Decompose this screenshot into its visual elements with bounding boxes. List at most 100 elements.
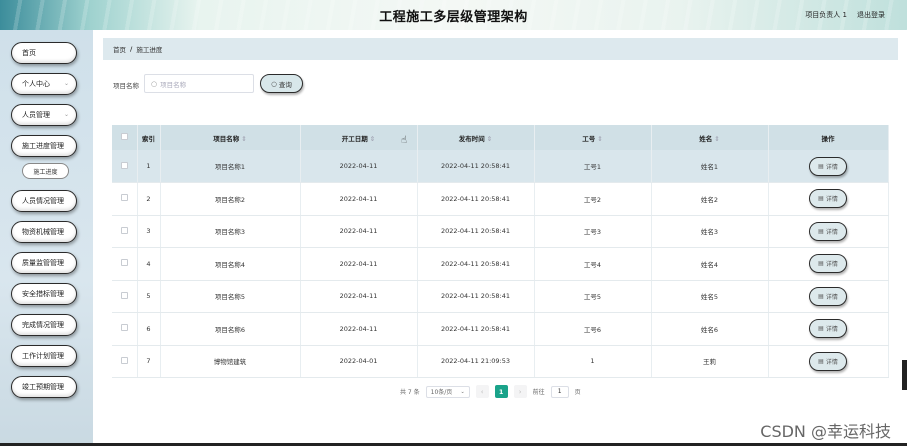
select-all-checkbox[interactable] xyxy=(112,125,138,150)
goto-page-input[interactable]: 1 xyxy=(550,385,569,398)
column-header-name[interactable]: 姓名 ⇕ xyxy=(651,125,769,150)
detail-button[interactable]: ▤ 详情 xyxy=(809,221,847,241)
row-checkbox-cell[interactable] xyxy=(112,215,138,248)
cell-start-date: 2022-04-11 xyxy=(300,182,418,216)
table-row[interactable]: 6 项目名称6 2022-04-11 2022-04-11 20:58:41 工… xyxy=(112,312,889,346)
sidebar-item-label: 工作计划管理 xyxy=(22,352,64,360)
cell-publish-time: 2022-04-11 21:09:53 xyxy=(417,345,535,378)
cell-project-name: 项目名称5 xyxy=(160,280,301,313)
row-checkbox-cell[interactable] xyxy=(112,182,138,216)
sidebar-item-completion[interactable]: 完成情况管理 xyxy=(11,314,77,336)
table-header-row: 索引 项目名称 ⇕ 开工日期 ⇕ 发布时间 ⇕ 工号 ⇕ 姓名 ⇕ 操作 xyxy=(112,125,889,150)
mouse-pointer-icon: ☝ xyxy=(401,135,408,146)
cell-name: 姓名3 xyxy=(651,215,769,248)
document-icon: ▤ xyxy=(818,325,824,333)
sidebar-item-work-plan[interactable]: 工作计划管理 xyxy=(11,345,77,367)
sidebar-item-profile[interactable]: 个人中心 ⌄ xyxy=(11,73,77,95)
sidebar-item-completion-forecast[interactable]: 竣工预期管理 xyxy=(11,376,77,398)
detail-button[interactable]: ▤ 详情 xyxy=(809,351,847,371)
row-checkbox-cell[interactable] xyxy=(112,345,138,378)
checkbox[interactable] xyxy=(120,133,128,140)
document-icon: ▤ xyxy=(818,357,824,365)
cell-actions: ▤ 详情 xyxy=(768,247,889,281)
sort-icon[interactable]: ⇕ xyxy=(714,135,719,143)
document-icon: ▤ xyxy=(818,195,824,203)
table-row[interactable]: 1 项目名称1 2022-04-11 2022-04-11 20:58:41 工… xyxy=(112,150,889,183)
detail-button[interactable]: ▤ 详情 xyxy=(809,254,847,274)
app-title: 工程施工多层级管理架构 xyxy=(379,10,528,25)
cell-publish-time: 2022-04-11 20:58:41 xyxy=(417,312,535,346)
cell-index: 4 xyxy=(137,247,161,281)
table-row[interactable]: 4 项目名称4 2022-04-11 2022-04-11 20:58:41 工… xyxy=(112,247,889,281)
cell-job-number: 工号2 xyxy=(534,182,652,216)
cell-index: 1 xyxy=(137,150,161,183)
page-size-select[interactable]: 10条/页 ⌄ xyxy=(425,385,470,398)
search-icon: ○ xyxy=(271,79,277,88)
detail-button[interactable]: ▤ 详情 xyxy=(809,156,847,176)
row-checkbox-cell[interactable] xyxy=(112,280,138,313)
sidebar-item-label: 竣工预期管理 xyxy=(22,383,64,391)
detail-button-label: 详情 xyxy=(825,326,838,334)
table-row[interactable]: 7 博物馆建筑 2022-04-01 2022-04-11 21:09:53 1… xyxy=(112,345,889,378)
current-user-label[interactable]: 项目负责人 1 xyxy=(805,10,847,20)
page-number-current[interactable]: 1 xyxy=(494,385,508,398)
document-icon: ▤ xyxy=(818,260,824,268)
detail-button-label: 详情 xyxy=(825,163,838,171)
sort-icon[interactable]: ⇕ xyxy=(597,135,602,143)
sidebar-item-label: 个人中心 xyxy=(22,80,50,88)
checkbox[interactable] xyxy=(120,226,128,234)
table-row[interactable]: 2 项目名称2 2022-04-11 2022-04-11 20:58:41 工… xyxy=(112,182,889,216)
logout-link[interactable]: 退出登录 xyxy=(857,10,885,20)
column-header-project[interactable]: 项目名称 ⇕ xyxy=(160,125,301,150)
data-table: 索引 项目名称 ⇕ 开工日期 ⇕ 发布时间 ⇕ 工号 ⇕ 姓名 ⇕ 操作 1 项目名称1 … xyxy=(112,125,889,378)
checkbox[interactable] xyxy=(120,259,128,267)
cell-name: 王莉 xyxy=(651,345,769,378)
detail-button-label: 详情 xyxy=(825,196,838,204)
cell-project-name: 博物馆建筑 xyxy=(160,345,301,378)
sidebar-item-quality[interactable]: 质量监管管理 xyxy=(11,252,77,274)
breadcrumb-home[interactable]: 首页 xyxy=(113,44,126,54)
cell-name: 姓名1 xyxy=(651,150,769,183)
detail-button[interactable]: ▤ 详情 xyxy=(809,189,847,209)
table-row[interactable]: 5 项目名称5 2022-04-11 2022-04-11 20:58:41 工… xyxy=(112,280,889,313)
table-row[interactable]: 3 项目名称3 2022-04-11 2022-04-11 20:58:41 工… xyxy=(112,215,889,248)
sidebar-item-home[interactable]: 首页 xyxy=(11,42,77,64)
checkbox[interactable] xyxy=(120,161,128,169)
sidebar-item-materials[interactable]: 物资机械管理 xyxy=(11,221,77,243)
sort-icon[interactable]: ⇕ xyxy=(487,135,492,143)
search-input[interactable]: ○ 项目名称 xyxy=(144,74,254,93)
cell-actions: ▤ 详情 xyxy=(768,215,889,248)
sidebar-subitem-progress[interactable]: 施工进度 xyxy=(22,163,69,179)
cell-name: 姓名6 xyxy=(651,312,769,346)
checkbox[interactable] xyxy=(120,356,128,364)
sidebar-item-personnel[interactable]: 人员管理 ⌄ xyxy=(11,104,77,126)
column-header-publish-time[interactable]: 发布时间 ⇕ xyxy=(417,125,535,150)
sort-icon[interactable]: ⇕ xyxy=(370,135,375,143)
detail-button-label: 详情 xyxy=(825,228,838,236)
prev-page-button[interactable]: ‹ xyxy=(475,385,489,398)
row-checkbox-cell[interactable] xyxy=(112,150,138,183)
next-page-button[interactable]: › xyxy=(513,385,527,398)
page-suffix: 页 xyxy=(574,389,581,396)
window-edge xyxy=(902,360,907,390)
checkbox[interactable] xyxy=(120,291,128,299)
cell-job-number: 工号6 xyxy=(534,312,652,346)
cell-publish-time: 2022-04-11 20:58:41 xyxy=(417,182,535,216)
watermark: CSDN @幸运科技 xyxy=(760,422,891,441)
column-header-job-number[interactable]: 工号 ⇕ xyxy=(534,125,652,150)
detail-button-label: 详情 xyxy=(825,261,838,269)
cell-start-date: 2022-04-11 xyxy=(300,215,418,248)
sidebar-item-progress[interactable]: 施工进度管理 xyxy=(11,135,77,157)
pager-total: 共 7 条 xyxy=(400,389,420,396)
sort-icon[interactable]: ⇕ xyxy=(241,135,246,143)
detail-button[interactable]: ▤ 详情 xyxy=(809,286,847,306)
row-checkbox-cell[interactable] xyxy=(112,247,138,281)
checkbox[interactable] xyxy=(120,194,128,202)
column-header-start-date[interactable]: 开工日期 ⇕ xyxy=(300,125,418,150)
sidebar-item-safety[interactable]: 安全措标管理 xyxy=(11,283,77,305)
search-button[interactable]: ○ 查询 xyxy=(260,74,303,93)
row-checkbox-cell[interactable] xyxy=(112,312,138,346)
sidebar-item-staff-status[interactable]: 人员情况管理 xyxy=(11,190,77,212)
detail-button[interactable]: ▤ 详情 xyxy=(809,319,847,339)
checkbox[interactable] xyxy=(120,324,128,332)
